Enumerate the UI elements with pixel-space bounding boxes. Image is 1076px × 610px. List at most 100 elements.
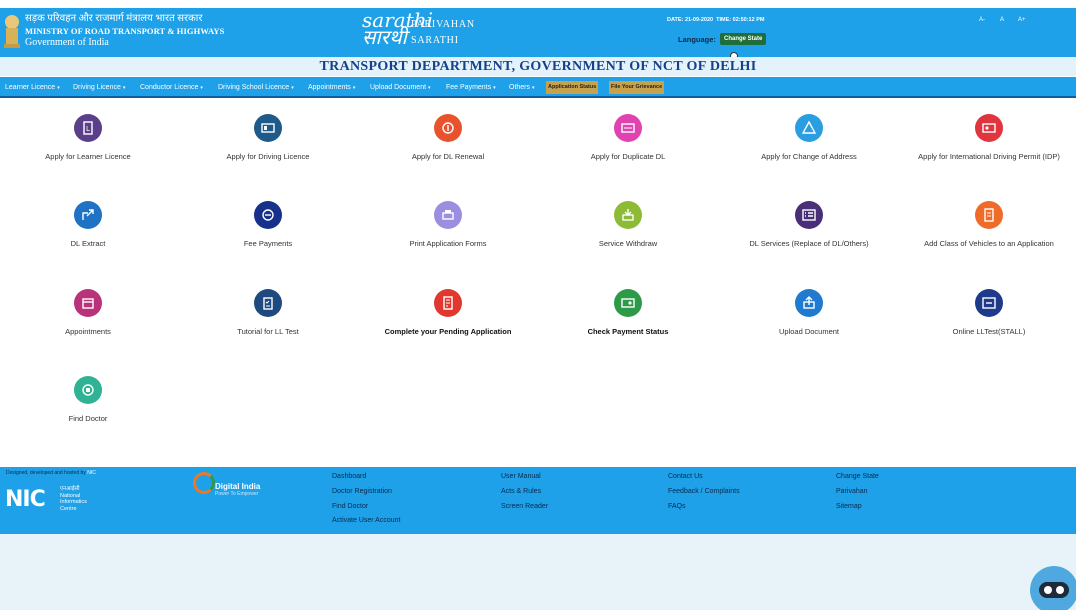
footer-link-find-doctor[interactable]: Find Doctor <box>332 503 368 510</box>
service-label[interactable]: DL Services (Replace of DL/Others) <box>719 239 899 248</box>
footer-link-contact-us[interactable]: Contact Us <box>668 473 703 480</box>
service-label[interactable]: Apply for DL Renewal <box>358 152 538 161</box>
service-label[interactable]: Apply for Duplicate DL <box>538 152 718 161</box>
footer-link-doctor-registration[interactable]: Doctor Registration <box>332 488 392 495</box>
nic-link[interactable]: NIC <box>87 470 96 476</box>
appointments-icon[interactable] <box>74 289 102 317</box>
change-address-icon[interactable] <box>795 114 823 142</box>
service-tile-payment-status[interactable]: Check Payment Status <box>538 289 718 336</box>
service-tile-add-vehicle-class[interactable]: Add Class of Vehicles to an Application <box>899 201 1076 248</box>
service-label[interactable]: Apply for Learner Licence <box>0 152 178 161</box>
national-emblem-icon <box>4 15 20 48</box>
find-doctor-icon[interactable] <box>74 376 102 404</box>
dl-extract-icon[interactable] <box>74 201 102 229</box>
service-tile-fee-payments[interactable]: Fee Payments <box>178 201 358 248</box>
service-label[interactable]: Tutorial for LL Test <box>178 327 358 336</box>
footer-link-dashboard[interactable]: Dashboard <box>332 473 366 480</box>
footer-link-acts-rules[interactable]: Acts & Rules <box>501 488 541 495</box>
dl-renewal-icon[interactable] <box>434 114 462 142</box>
nav-learner-licence[interactable]: Learner Licence ▾ <box>5 77 60 98</box>
nav-driving-licence[interactable]: Driving Licence ▾ <box>73 77 125 98</box>
service-label[interactable]: Apply for International Driving Permit (… <box>899 152 1076 161</box>
nav-label: Driving School Licence <box>218 84 290 91</box>
idp-icon[interactable] <box>975 114 1003 142</box>
page-bottom <box>0 534 1076 610</box>
service-label[interactable]: Service Withdraw <box>538 239 718 248</box>
service-label[interactable]: DL Extract <box>0 239 178 248</box>
service-label[interactable]: Check Payment Status <box>538 327 718 336</box>
file-grievance-button[interactable]: File Your Grievance <box>609 81 665 94</box>
service-tile-dl-services[interactable]: DL Services (Replace of DL/Others) <box>719 201 899 248</box>
nav-others[interactable]: Others ▾ <box>509 77 535 98</box>
service-label[interactable]: Upload Document <box>719 327 899 336</box>
payment-status-icon[interactable] <box>614 289 642 317</box>
service-tile-appointments[interactable]: Appointments <box>0 289 178 336</box>
department-title: TRANSPORT DEPARTMENT, GOVERNMENT OF NCT … <box>0 57 1076 76</box>
driving-licence-icon[interactable] <box>254 114 282 142</box>
font-decrease-button[interactable]: A- <box>979 17 985 23</box>
font-increase-button[interactable]: A+ <box>1018 17 1026 23</box>
service-label[interactable]: Appointments <box>0 327 178 336</box>
svg-text:L: L <box>86 125 90 133</box>
chatbot-face <box>1039 582 1069 598</box>
page: सड़क परिवहन और राजमार्ग मंत्रालय भारत सर… <box>0 0 1076 610</box>
service-tile-dl-renewal[interactable]: Apply for DL Renewal <box>358 114 538 161</box>
nav-upload-document[interactable]: Upload Document ▾ <box>370 77 431 98</box>
change-state-button[interactable]: Change State <box>720 33 767 45</box>
service-tile-idp[interactable]: Apply for International Driving Permit (… <box>899 114 1076 161</box>
footer-link-screen-reader[interactable]: Screen Reader <box>501 503 548 510</box>
service-tile-learner-licence[interactable]: L Apply for Learner Licence <box>0 114 178 161</box>
nav-fee-payments[interactable]: Fee Payments ▾ <box>446 77 496 98</box>
service-label[interactable]: Apply for Change of Address <box>719 152 899 161</box>
service-label[interactable]: Fee Payments <box>178 239 358 248</box>
print-forms-icon[interactable] <box>434 201 462 229</box>
footer-link-feedback[interactable]: Feedback / Complaints <box>668 488 740 495</box>
upload-document-icon[interactable] <box>795 289 823 317</box>
service-tile-driving-licence[interactable]: Apply for Driving Licence <box>178 114 358 161</box>
footer-link-sitemap[interactable]: Sitemap <box>836 503 862 510</box>
main-nav: Learner Licence ▾ Driving Licence ▾ Conduc… <box>0 77 1076 98</box>
service-withdraw-icon[interactable] <box>614 201 642 229</box>
service-tile-tutorial[interactable]: Tutorial for LL Test <box>178 289 358 336</box>
service-tile-online-lltest[interactable]: Online LLTest(STALL) <box>899 289 1076 336</box>
caret-down-icon: ▾ <box>122 85 126 91</box>
service-tile-find-doctor[interactable]: Find Doctor <box>0 376 178 423</box>
service-label[interactable]: Add Class of Vehicles to an Application <box>899 239 1076 248</box>
service-tile-dl-extract[interactable]: DL Extract <box>0 201 178 248</box>
fee-payments-icon[interactable] <box>254 201 282 229</box>
footer-link-faqs[interactable]: FAQs <box>668 503 686 510</box>
nav-label: Driving Licence <box>73 84 121 91</box>
font-normal-button[interactable]: A <box>1000 17 1004 23</box>
service-label[interactable]: Online LLTest(STALL) <box>899 327 1076 336</box>
tutorial-icon[interactable] <box>254 289 282 317</box>
add-vehicle-class-icon[interactable] <box>975 201 1003 229</box>
online-lltest-icon[interactable] <box>975 289 1003 317</box>
nav-label: Appointments <box>308 84 351 91</box>
chatbot-icon[interactable] <box>1030 566 1076 610</box>
service-tile-service-withdraw[interactable]: Service Withdraw <box>538 201 718 248</box>
nav-driving-school-licence[interactable]: Driving School Licence ▾ <box>218 77 294 98</box>
footer-link-activate-user[interactable]: Activate User Account <box>332 517 400 524</box>
nav-conductor-licence[interactable]: Conductor Licence ▾ <box>140 77 203 98</box>
service-tile-duplicate-dl[interactable]: Apply for Duplicate DL <box>538 114 718 161</box>
footer-link-change-state[interactable]: Change State <box>836 473 879 480</box>
service-tile-change-address[interactable]: Apply for Change of Address <box>719 114 899 161</box>
logo-line1: PARIVAHAN <box>411 19 475 30</box>
footer-link-parivahan[interactable]: Parivahan <box>836 488 868 495</box>
footer-link-user-manual[interactable]: User Manual <box>501 473 541 480</box>
service-label[interactable]: Complete your Pending Application <box>358 327 538 336</box>
time-value: 02:50:12 PM <box>732 17 765 23</box>
chatbot-eye <box>1056 586 1064 594</box>
learner-licence-icon[interactable]: L <box>74 114 102 142</box>
duplicate-dl-icon[interactable] <box>614 114 642 142</box>
service-tile-print-forms[interactable]: Print Application Forms <box>358 201 538 248</box>
service-label[interactable]: Print Application Forms <box>358 239 538 248</box>
service-tile-upload-document[interactable]: Upload Document <box>719 289 899 336</box>
application-status-button[interactable]: Application Status <box>546 81 599 94</box>
service-label[interactable]: Apply for Driving Licence <box>178 152 358 161</box>
service-tile-pending-application[interactable]: Complete your Pending Application <box>358 289 538 336</box>
dl-services-icon[interactable] <box>795 201 823 229</box>
service-label[interactable]: Find Doctor <box>0 414 178 423</box>
nav-appointments[interactable]: Appointments ▾ <box>308 77 355 98</box>
pending-application-icon[interactable] <box>434 289 462 317</box>
